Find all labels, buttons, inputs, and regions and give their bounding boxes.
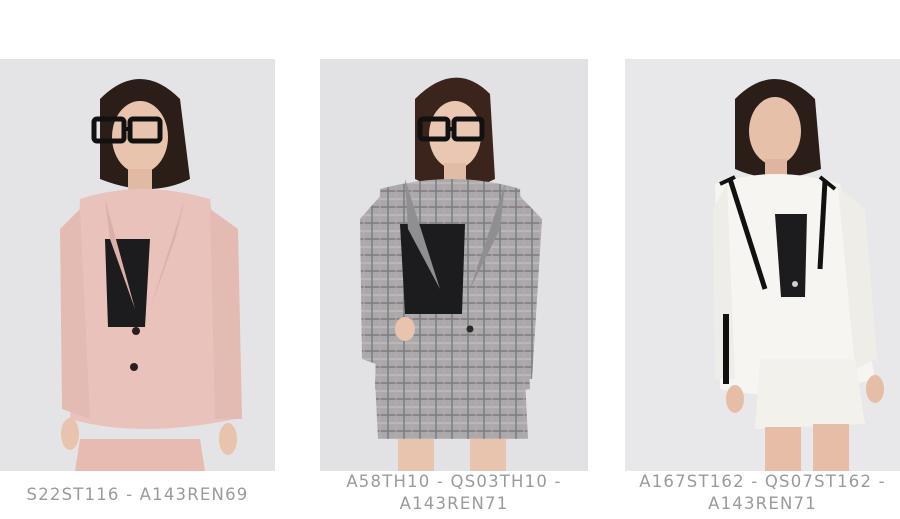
product-code-2[interactable]: A58TH10 - QS03TH10 - A143REN71 (320, 471, 588, 515)
product-code-3[interactable]: A167ST162 - QS07ST162 - A143REN71 (625, 471, 900, 515)
product-photo-3[interactable] (625, 59, 900, 471)
product-photo-1[interactable] (0, 59, 275, 471)
product-code-1[interactable]: S22ST116 - A143REN69 (0, 484, 275, 506)
product-photo-2[interactable] (320, 59, 588, 471)
